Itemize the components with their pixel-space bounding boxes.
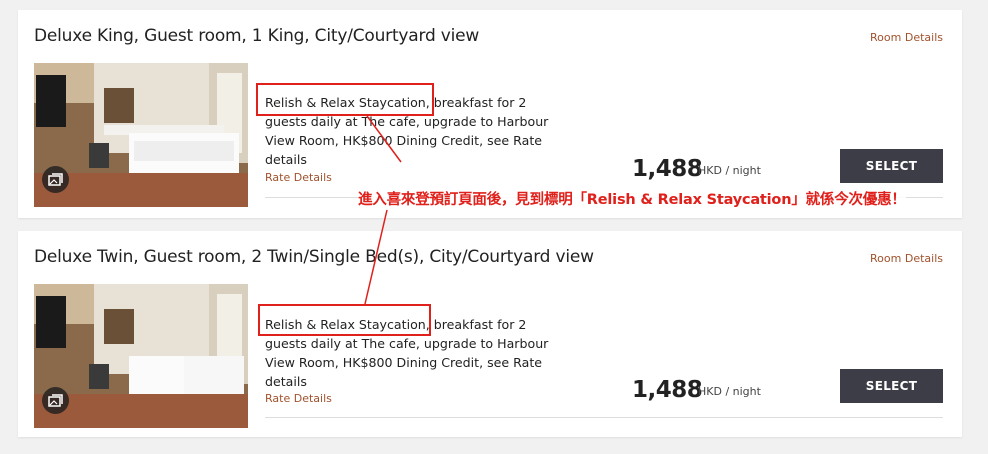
select-button[interactable]: SELECT <box>840 149 943 183</box>
room-photo[interactable] <box>34 284 248 428</box>
room-card-deluxe-king: Deluxe King, Guest room, 1 King, City/Co… <box>18 10 962 218</box>
rate-details-link[interactable]: Rate Details <box>265 392 332 405</box>
room-title: Deluxe Twin, Guest room, 2 Twin/Single B… <box>34 247 594 267</box>
rate-details-link[interactable]: Rate Details <box>265 171 332 184</box>
gallery-glyph <box>48 173 63 186</box>
price: 1,488 <box>632 156 703 182</box>
room-details-link[interactable]: Room Details <box>870 252 943 265</box>
highlight-box-rate-2 <box>258 304 431 336</box>
price-unit: HKD / night <box>698 385 761 398</box>
divider <box>265 417 943 418</box>
price: 1,488 <box>632 377 703 403</box>
gallery-icon[interactable] <box>42 166 69 193</box>
room-details-link[interactable]: Room Details <box>870 31 943 44</box>
room-title: Deluxe King, Guest room, 1 King, City/Co… <box>34 26 480 46</box>
select-button[interactable]: SELECT <box>840 369 943 403</box>
price-unit: HKD / night <box>698 164 761 177</box>
annotation-text: 進入喜來登預訂頁面後，見到標明「Relish & Relax Staycatio… <box>358 188 906 209</box>
gallery-glyph <box>48 394 63 407</box>
room-photo[interactable] <box>34 63 248 207</box>
highlight-box-rate-1 <box>256 83 434 116</box>
gallery-icon[interactable] <box>42 387 69 414</box>
room-card-deluxe-twin: Deluxe Twin, Guest room, 2 Twin/Single B… <box>18 231 962 437</box>
